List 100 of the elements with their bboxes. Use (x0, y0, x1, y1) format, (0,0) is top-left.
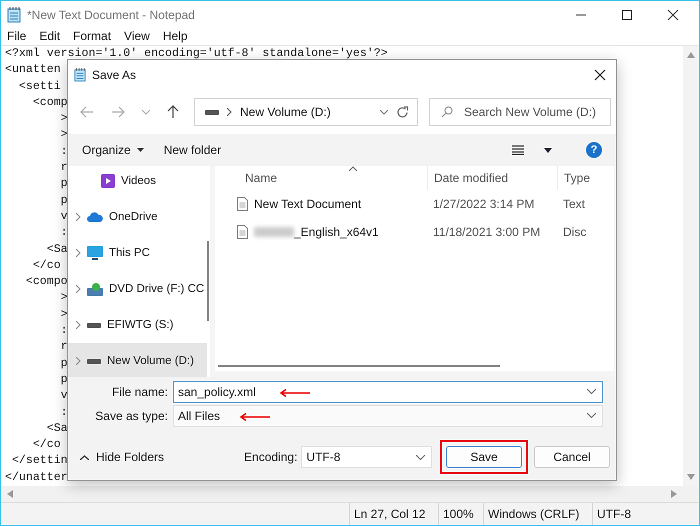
file-name[interactable]: New Text Document (254, 197, 362, 211)
scroll-up-icon[interactable] (687, 52, 695, 58)
drive-icon (205, 110, 219, 114)
dialog-button[interactable]: Save (446, 446, 522, 468)
caret-icon[interactable] (544, 148, 552, 152)
cloud-icon (87, 212, 103, 222)
file-type: Text (562, 197, 586, 211)
column-header[interactable]: Date modified (427, 166, 557, 190)
code-line: <comp (32, 94, 68, 111)
monitor-icon (87, 246, 103, 260)
chevron-down-icon[interactable] (587, 413, 596, 418)
list-view-icon[interactable] (512, 145, 524, 155)
code-line: </settin (10, 453, 68, 470)
chevron-right-icon[interactable] (76, 285, 81, 293)
horizontal-scrollbar[interactable] (1, 486, 699, 502)
disc-drive-icon (87, 282, 103, 296)
chevron-right-icon[interactable] (76, 213, 81, 221)
column-header[interactable]: Type (557, 166, 590, 190)
scroll-left-icon[interactable] (7, 490, 13, 498)
vertical-scrollbar[interactable] (683, 46, 699, 486)
chevron-right-icon[interactable] (76, 249, 81, 257)
file-type-dropdown[interactable]: All Files (173, 404, 603, 426)
chevron-down-icon[interactable] (380, 110, 388, 114)
nav-item[interactable]: New Volume (D:) (68, 343, 207, 377)
menu-item[interactable]: File (7, 29, 26, 45)
status-text: Windows (CRLF) (483, 503, 592, 525)
code-line: p (60, 192, 68, 209)
file-date: 1/27/2022 3:14 PM (432, 197, 536, 211)
file-date: 11/18/2021 3:00 PM (432, 225, 542, 239)
refresh-icon[interactable] (396, 106, 409, 118)
encoding-label: Encoding: (244, 450, 298, 464)
drive-icon (87, 358, 101, 364)
chevron-right-icon[interactable] (76, 357, 81, 365)
document-icon (237, 225, 248, 239)
status-text: Ln 27, Col 12 (349, 503, 438, 525)
search-field[interactable]: Search New Volume (D:) (429, 98, 611, 126)
column-header[interactable]: Name (215, 166, 427, 190)
chevron-down-icon (416, 454, 425, 460)
nav-item[interactable]: EFIWTG (S:) (68, 307, 207, 343)
file-name[interactable]: _English_x64v1 (294, 225, 379, 239)
help-button[interactable]: ? (586, 142, 602, 158)
hide-folders-button[interactable]: Hide Folders (80, 450, 164, 464)
code-line: p (60, 356, 68, 372)
forward-arrow-icon[interactable] (111, 106, 125, 118)
field-label: Save as type: (94, 408, 169, 422)
dialog-title: Save As (92, 68, 136, 82)
code-line: : (60, 323, 68, 340)
field-label: File name: (110, 384, 169, 398)
file-type: Disc (562, 225, 586, 239)
chevron-up-icon (80, 454, 89, 460)
up-arrow-icon[interactable] (167, 105, 179, 119)
scrollbar-thumb[interactable] (218, 365, 500, 367)
code-line: <setti (18, 78, 61, 95)
nav-item[interactable]: This PC (68, 235, 207, 271)
video-folder-icon (101, 174, 115, 188)
search-icon (441, 106, 453, 118)
menu-item[interactable]: Edit (39, 29, 60, 45)
back-arrow-icon[interactable] (80, 106, 94, 118)
nav-item[interactable]: OneDrive (68, 199, 207, 235)
dialog-button[interactable]: Cancel (534, 446, 610, 468)
code-line: </co (32, 258, 61, 274)
code-line: > (60, 306, 68, 323)
code-line: <?xml version='1.0' encoding='utf-8' standalone='yes'?> (5, 46, 388, 62)
code-line: : (60, 404, 68, 421)
code-line: <compo (24, 274, 68, 290)
document-icon (237, 197, 248, 211)
code-line: v (60, 208, 68, 225)
chevron-down-icon[interactable] (587, 389, 596, 394)
code-line: </unatter (5, 470, 68, 486)
nav-item[interactable]: Videos (68, 166, 207, 199)
file-name-field[interactable]: san_policy.xml (173, 380, 603, 402)
maximize-icon[interactable] (621, 9, 633, 21)
scroll-down-icon[interactable] (687, 474, 695, 480)
path-text[interactable]: New Volume (D:) (240, 105, 372, 119)
code-line: </co (32, 437, 61, 454)
drive-icon (87, 322, 101, 328)
new-folder-button[interactable]: New folder (164, 143, 222, 157)
code-line: p (60, 372, 68, 388)
caret-icon (136, 148, 144, 152)
menu-item[interactable]: Format (73, 29, 112, 45)
code-line: : (60, 225, 68, 242)
nav-item[interactable]: DVD Drive (F:) CC (68, 271, 207, 307)
notepad-icon (7, 7, 21, 23)
menu-item[interactable]: Help (162, 29, 188, 45)
code-line: > (60, 111, 68, 128)
code-line: : (60, 144, 68, 160)
notepad-icon (74, 68, 86, 82)
code-line: r (60, 339, 68, 356)
scrollbar-thumb[interactable] (207, 241, 209, 321)
encoding-dropdown[interactable]: UTF-8 (301, 446, 432, 468)
organize-menu[interactable]: Organize (82, 143, 144, 157)
code-line: > (60, 290, 68, 306)
scroll-right-icon[interactable] (671, 490, 677, 498)
status-text: UTF-8 (592, 503, 699, 525)
menu-item[interactable]: View (124, 29, 150, 45)
close-icon[interactable] (594, 69, 606, 81)
address-bar[interactable]: New Volume (D:) (194, 98, 418, 126)
chevron-right-icon[interactable] (76, 321, 81, 329)
close-icon[interactable] (667, 9, 679, 21)
code-line: r (60, 160, 68, 176)
